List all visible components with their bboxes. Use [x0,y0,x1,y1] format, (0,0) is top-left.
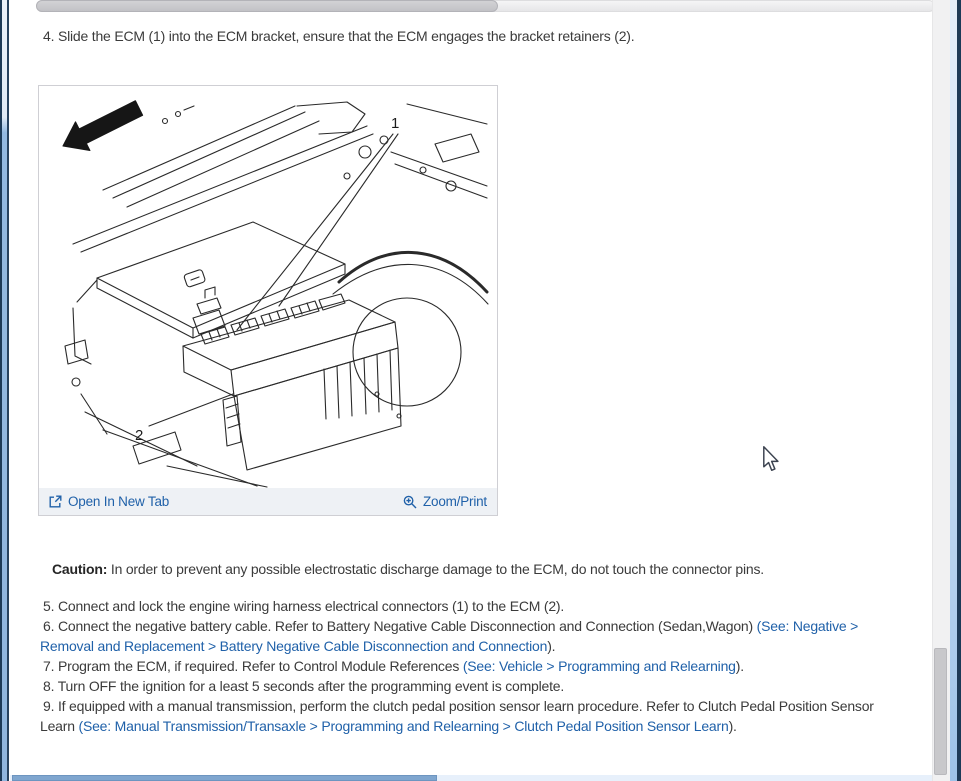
window-frame-right [957,0,961,781]
vertical-scrollbar-thumb[interactable] [934,648,947,775]
bottom-horizontal-scrollbar-thumb[interactable] [12,775,437,781]
open-in-new-tab-label: Open In New Tab [68,494,170,509]
direction-arrow-icon [62,100,144,152]
caution-body: In order to prevent any possible electro… [110,561,764,577]
figure-callout-1: 1 [391,115,399,132]
figure-callout-2: 2 [135,427,143,444]
step-9-text-wrap: Learn (See: Manual Transmission/Transaxl… [40,718,737,734]
mouse-cursor [763,446,779,472]
see-clutch-pedal-learn-link[interactable]: (See: Manual Transmission/Transaxle > Pr… [79,718,729,734]
top-horizontal-scrollbar-thumb[interactable] [36,0,498,12]
ecm-diagram: 1 2 [62,100,489,488]
open-in-new-tab-icon [49,495,62,508]
step-6-text: 6. Connect the negative battery cable. R… [43,618,859,634]
see-battery-negative-cable-link[interactable]: (See: Negative > [757,618,859,634]
see-battery-negative-cable-link-2[interactable]: Removal and Replacement > Battery Negati… [40,638,547,654]
step-5-text: 5. Connect and lock the engine wiring ha… [43,598,565,614]
window-frame-left-inner [7,0,9,781]
app-window: 4. Slide the ECM (1) into the ECM bracke… [0,0,961,781]
right-frame-scroll-strip[interactable] [950,0,957,781]
step-6-text-wrap: Removal and Replacement > Battery Negati… [40,638,556,654]
figure-toolbar: Open In New Tab Zoom/Print [39,488,497,515]
zoom-icon [403,495,417,508]
caution-text: Caution: In order to prevent any possibl… [52,559,912,579]
open-in-new-tab-link[interactable]: Open In New Tab [49,494,169,509]
step-9-text: 9. If equipped with a manual transmissio… [43,698,874,714]
steps-list: 5. Connect and lock the engine wiring ha… [40,596,935,736]
zoom-print-link[interactable]: Zoom/Print [403,494,487,509]
step-4-text: 4. Slide the ECM (1) into the ECM bracke… [43,28,635,44]
zoom-print-label: Zoom/Print [422,494,487,509]
caution-label: Caution: [52,561,108,577]
figure-panel: 1 2 Open In New Tab Zoom/Print [38,85,498,516]
step-8-text: 8. Turn OFF the ignition for a least 5 s… [43,678,565,694]
step-7-text: 7. Program the ECM, if required. Refer t… [43,658,744,674]
see-programming-relearning-link[interactable]: (See: Vehicle > Programming and Relearni… [463,658,736,674]
